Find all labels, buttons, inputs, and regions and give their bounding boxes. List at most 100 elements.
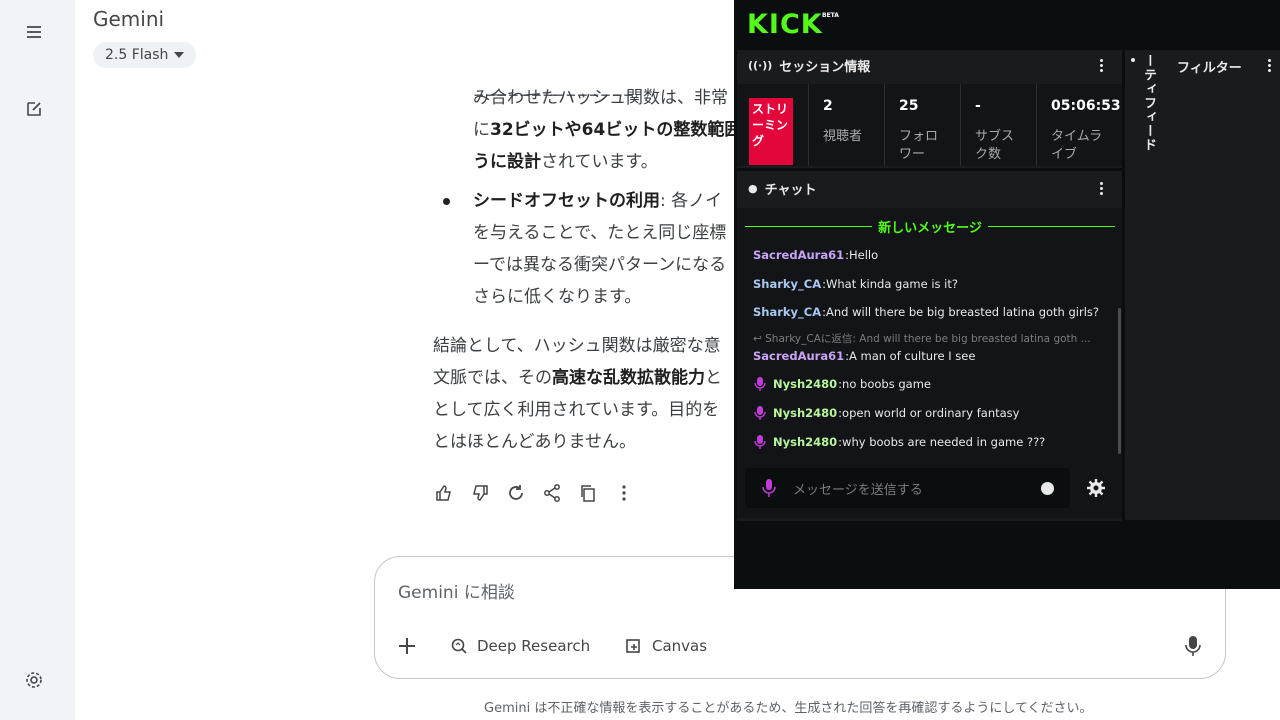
response-line: み合わせたハッシュ関数は、非常 [473, 88, 728, 108]
stat-subscribers: - サブスク数 [961, 84, 1037, 166]
chat-text: A man of culture I see [848, 349, 976, 363]
chat-message: Nysh2480: why boobs are needed in game ?… [753, 435, 1045, 449]
stat-label: タイムライブ [1051, 129, 1103, 162]
chat-username[interactable]: Nysh2480 [773, 435, 837, 449]
chat-text: no boobs game [842, 377, 931, 391]
chat-text: why boobs are needed in game ??? [842, 435, 1046, 449]
thumbs-down-icon[interactable] [468, 481, 492, 505]
microphone-badge-icon [754, 406, 766, 420]
add-icon[interactable] [395, 634, 419, 658]
bullet-dot [443, 198, 450, 205]
dot-icon [1131, 58, 1135, 62]
stat-value: - [975, 98, 981, 114]
stat-followers: 25 フォロワー [885, 84, 961, 166]
session-stats: ストリーミング 2 視聴者 25 フォロワー - サブスク数 05:06:53 … [737, 84, 1122, 166]
chat-message: Nysh2480: open world or ordinary fantasy [753, 406, 1019, 420]
chat-username[interactable]: Sharky_CA [753, 305, 821, 319]
deep-research-icon [451, 638, 467, 654]
stat-value: 25 [899, 98, 919, 114]
gemini-sidebar [0, 0, 75, 720]
stat-label: サブスク数 [975, 129, 1015, 162]
chat-message: SacredAura61: A man of culture I see [753, 349, 976, 363]
kick-dashboard: KICK BETA ((·)) セッション情報 ストリーミング 2 視聴者 25… [734, 0, 1280, 589]
microphone-icon[interactable] [761, 478, 777, 498]
share-icon[interactable] [540, 481, 564, 505]
chat-messages: 新しいメッセージ SacredAura61: Hello Sharky_CA: … [737, 208, 1122, 518]
stat-label: フォロワー [899, 129, 939, 162]
microphone-badge-icon [754, 377, 766, 391]
regenerate-icon[interactable] [504, 481, 528, 505]
response-line: うに設計されています。 [473, 152, 658, 172]
microphone-icon[interactable] [1183, 635, 1203, 657]
chat-text: And will there be big breasted latina go… [826, 305, 1100, 319]
response-actions [432, 481, 636, 505]
activity-feed-panel: ーティフィード フィルター [1125, 50, 1280, 520]
prompt-input[interactable]: Gemini に相談 [398, 578, 515, 603]
copy-icon[interactable] [576, 481, 600, 505]
chat-message: Nysh2480: no boobs game [753, 377, 931, 391]
chat-input-placeholder: メッセージを送信する [793, 483, 923, 498]
bullet-line: さらに低くなります。 [473, 287, 642, 307]
chat-username[interactable]: Sharky_CA [753, 277, 821, 291]
bullet-line: を与えることで、たとえ同じ座標 [473, 223, 727, 243]
canvas-icon [626, 639, 640, 653]
settings-gear-icon[interactable] [18, 664, 50, 696]
reply-preview: ↩ Sharky_CAに返信: And will there be big br… [753, 333, 1091, 345]
stat-viewers: 2 視聴者 [809, 84, 885, 166]
conclusion-line: 結論として、ハッシュ関数は厳密な意 [433, 336, 721, 356]
model-label: 2.5 Flash [105, 47, 169, 63]
beta-badge: BETA [822, 12, 839, 19]
chat-settings-gear-icon[interactable] [1086, 478, 1106, 498]
session-title: セッション情報 [779, 59, 871, 75]
deep-research-button[interactable]: Deep Research [449, 631, 590, 661]
new-chat-icon[interactable] [18, 93, 50, 125]
stream-status: ストリーミング [737, 84, 809, 166]
chat-text: Hello [848, 248, 879, 262]
stat-value: 2 [823, 98, 833, 114]
canvas-button[interactable]: Canvas [624, 631, 707, 661]
chat-text: open world or ordinary fantasy [842, 406, 1020, 420]
more-vert-icon[interactable] [1268, 59, 1272, 73]
activity-feed-label: ーティフィード [1141, 54, 1156, 152]
response-line: に32ビットや64ビットの整数範囲 [473, 120, 742, 140]
bullet-line: シードオフセットの利用: 各ノイ [473, 191, 723, 211]
more-vert-icon[interactable] [1100, 59, 1104, 73]
chat-username[interactable]: SacredAura61 [753, 349, 844, 363]
filter-label[interactable]: フィルター [1177, 57, 1242, 76]
chat-username[interactable]: Nysh2480 [773, 377, 837, 391]
kick-topbar: KICK BETA [734, 0, 1280, 52]
chat-text: What kinda game is it? [826, 277, 958, 291]
canvas-label: Canvas [652, 637, 708, 655]
streaming-badge: ストリーミング [749, 98, 793, 165]
kick-logo[interactable]: KICK [747, 9, 823, 40]
conclusion-line: 文脈では、その高速な乱数拡散能力と [433, 368, 722, 388]
model-selector[interactable]: 2.5 Flash [93, 42, 197, 68]
menu-icon[interactable] [18, 16, 50, 48]
deep-research-label: Deep Research [477, 637, 591, 655]
stat-label: 視聴者 [823, 129, 863, 144]
conclusion-line: とはほとんどありません。 [433, 432, 636, 452]
chat-header: ● チャット [737, 171, 816, 205]
thumbs-up-icon[interactable] [432, 481, 456, 505]
app-title: Gemini [93, 7, 165, 31]
stat-value: 05:06:53 [1051, 98, 1121, 114]
more-vert-icon[interactable] [1100, 182, 1104, 196]
new-messages-divider: 新しいメッセージ [745, 217, 1115, 236]
emoji-icon[interactable] [1041, 482, 1054, 495]
chat-message: Sharky_CA: And will there be big breaste… [753, 305, 1100, 319]
chat-bubble-icon: ● [748, 181, 758, 195]
chat-title: チャット [764, 182, 817, 198]
chat-username[interactable]: SacredAura61 [753, 248, 844, 262]
chevron-down-icon [174, 52, 185, 58]
more-vert-icon[interactable] [612, 481, 636, 505]
chat-username[interactable]: Nysh2480 [773, 406, 837, 420]
broadcast-icon: ((·)) [748, 58, 773, 72]
chat-message: Sharky_CA: What kinda game is it? [753, 277, 958, 291]
chat-message: SacredAura61: Hello [753, 248, 879, 262]
microphone-badge-icon [754, 435, 766, 449]
bullet-line: ーでは異なる衝突パターンになる [473, 255, 727, 275]
session-header: ((·)) セッション情報 [737, 50, 870, 80]
disclaimer-text: Gemini は不正確な情報を表示することがあるため、生成された回答を再確認する… [484, 701, 1093, 716]
chat-input[interactable]: メッセージを送信する [745, 468, 1070, 508]
chat-scrollbar[interactable] [1118, 308, 1121, 454]
